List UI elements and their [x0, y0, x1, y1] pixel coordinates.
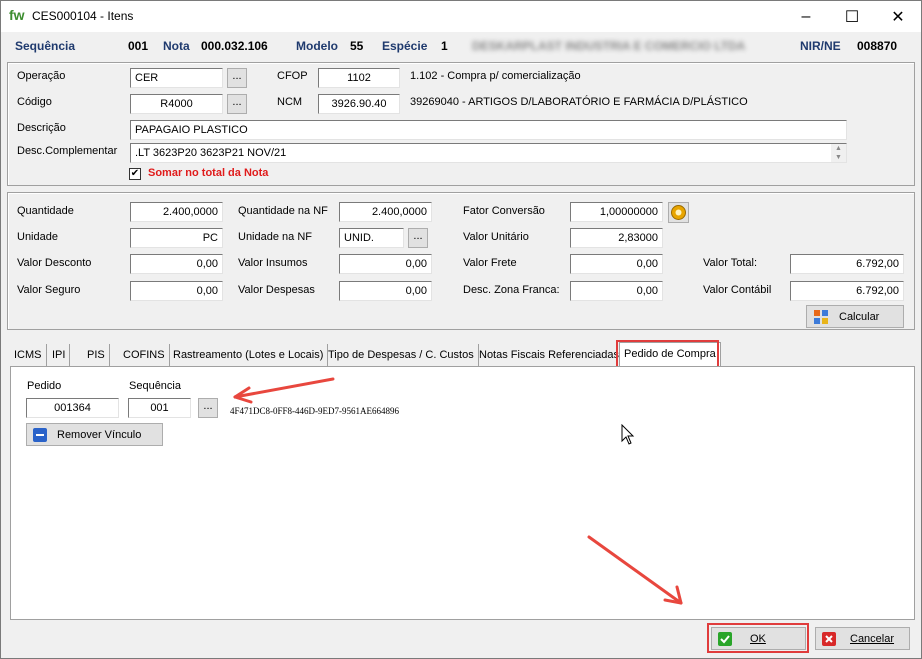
valor-contabil-input[interactable]: 6.792,00: [790, 281, 904, 301]
pedido-sequencia-input[interactable]: 001: [128, 398, 191, 418]
unid-nf-label: Unidade na NF: [238, 231, 312, 243]
frete-label: Valor Frete: [463, 257, 517, 269]
minimize-button[interactable]: –: [783, 1, 829, 32]
textarea-scrollbar[interactable]: ▲ ▼: [831, 144, 846, 162]
codigo-label: Código: [17, 96, 52, 108]
somar-label: Somar no total da Nota: [148, 167, 269, 179]
cfop-input[interactable]: 1102: [318, 68, 400, 88]
cfop-label: CFOP: [277, 70, 308, 82]
pedido-lookup-button[interactable]: ...: [198, 398, 218, 418]
remover-vinculo-label: Remover Vínculo: [57, 428, 142, 441]
descricao-label: Descrição: [17, 122, 66, 134]
annotation-arrow-lookup: [233, 377, 335, 404]
valor-contabil-label: Valor Contábil: [703, 284, 772, 296]
tab-icms[interactable]: ICMS: [10, 344, 47, 366]
fator-label: Fator Conversão: [463, 205, 545, 217]
desc-complementar-label: Desc.Complementar: [17, 145, 118, 157]
sequencia-label: Sequência: [15, 39, 76, 53]
pedido-label: Pedido: [27, 380, 62, 392]
invoice-header: Sequência 001 Nota 000.032.106 Modelo 55…: [1, 34, 921, 58]
tab-cofins[interactable]: COFINS: [119, 344, 170, 366]
especie-value: 1: [441, 39, 448, 53]
valor-unitario-input[interactable]: 2,83000: [570, 228, 663, 248]
dialog-window: fw CES000104 - Itens – ☐ ✕ Sequência 001…: [0, 0, 922, 659]
ncm-description: 39269040 - ARTIGOS D/LABORATÓRIO E FARMÁ…: [410, 96, 748, 108]
despesas-label: Valor Despesas: [238, 284, 315, 296]
pedido-sequencia-label: Sequência: [129, 380, 181, 392]
title-bar: fw CES000104 - Itens – ☐ ✕: [1, 1, 921, 32]
valor-total-input[interactable]: 6.792,00: [790, 254, 904, 274]
window-title: CES000104 - Itens: [32, 9, 134, 23]
seguro-input[interactable]: 0,00: [130, 281, 223, 301]
tab-notas-referenciadas[interactable]: Notas Fiscais Referenciadas: [475, 344, 625, 366]
gear-icon: [671, 205, 686, 220]
ncm-label: NCM: [277, 96, 303, 108]
codigo-input[interactable]: R4000: [130, 94, 223, 114]
tab-rastreamento[interactable]: Rastreamento (Lotes e Locais): [169, 344, 329, 366]
desconto-label: Valor Desconto: [17, 257, 92, 269]
unid-nf-lookup-button[interactable]: ...: [408, 228, 428, 248]
close-icon: [822, 631, 836, 646]
operacao-label: Operação: [17, 70, 66, 82]
seguro-label: Valor Seguro: [17, 284, 81, 296]
tab-pis[interactable]: PIS: [83, 344, 110, 366]
modelo-label: Modelo: [296, 39, 338, 53]
nota-value: 000.032.106: [201, 39, 268, 53]
unidade-input[interactable]: PC: [130, 228, 223, 248]
calcular-label: Calcular: [839, 310, 880, 323]
ncm-input[interactable]: 3926.90.40: [318, 94, 400, 114]
close-button[interactable]: ✕: [875, 1, 921, 32]
company-name: DESKARPLAST INDUSTRIA E COMERCIO LTDA: [472, 39, 746, 53]
zona-franca-label: Desc. Zona Franca:: [463, 284, 560, 296]
sequencia-value: 001: [128, 39, 149, 53]
operacao-input[interactable]: CER: [130, 68, 223, 88]
insumos-label: Valor Insumos: [238, 257, 308, 269]
despesas-input[interactable]: 0,00: [339, 281, 432, 301]
insumos-input[interactable]: 0,00: [339, 254, 432, 274]
operacao-lookup-button[interactable]: ...: [227, 68, 247, 88]
calculator-icon: [814, 309, 828, 324]
annotation-arrow-ok: [587, 535, 683, 605]
tab-ipi[interactable]: IPI: [48, 344, 71, 366]
cancel-label: Cancelar: [850, 632, 895, 645]
nir-value: 008870: [857, 39, 898, 53]
fator-gear-button[interactable]: [668, 202, 689, 223]
qtd-nf-input[interactable]: 2.400,0000: [339, 202, 432, 222]
modelo-value: 55: [350, 39, 364, 53]
valor-unitario-label: Valor Unitário: [463, 231, 529, 243]
pedido-input[interactable]: 001364: [26, 398, 119, 418]
valor-total-label: Valor Total:: [703, 257, 758, 269]
cfop-description: 1.102 - Compra p/ comercialização: [410, 70, 581, 82]
remove-icon: [33, 427, 47, 442]
descricao-input[interactable]: PAPAGAIO PLASTICO: [130, 120, 847, 140]
especie-label: Espécie: [382, 39, 428, 53]
nir-label: NIR/NE: [800, 39, 841, 53]
somar-checkbox[interactable]: ✔: [129, 168, 141, 180]
quantidade-input[interactable]: 2.400,0000: [130, 202, 223, 222]
pedido-guid: 4F471DC8-0FF8-446D-9ED7-9561AE664896: [230, 406, 400, 416]
app-logo-icon: fw: [9, 7, 25, 23]
annotation-highlight-ok: [707, 623, 809, 653]
cancel-button[interactable]: Cancelar: [815, 627, 910, 650]
maximize-button[interactable]: ☐: [829, 1, 875, 32]
unidade-label: Unidade: [17, 231, 58, 243]
tab-tipo-despesas[interactable]: Tipo de Despesas / C. Custos: [324, 344, 479, 366]
nota-label: Nota: [163, 39, 190, 53]
unid-nf-input[interactable]: UNID.: [339, 228, 404, 248]
desc-complementar-textarea[interactable]: .LT 3623P20 3623P21 NOV/21: [130, 143, 847, 163]
fator-input[interactable]: 1,00000000: [570, 202, 663, 222]
quantidade-label: Quantidade: [17, 205, 74, 217]
desconto-input[interactable]: 0,00: [130, 254, 223, 274]
codigo-lookup-button[interactable]: ...: [227, 94, 247, 114]
annotation-highlight-tab: [616, 340, 719, 368]
frete-input[interactable]: 0,00: [570, 254, 663, 274]
calcular-button[interactable]: Calcular: [806, 305, 904, 328]
mouse-cursor-icon: [621, 424, 635, 445]
remover-vinculo-button[interactable]: Remover Vínculo: [26, 423, 163, 446]
zona-franca-input[interactable]: 0,00: [570, 281, 663, 301]
qtd-nf-label: Quantidade na NF: [238, 205, 328, 217]
